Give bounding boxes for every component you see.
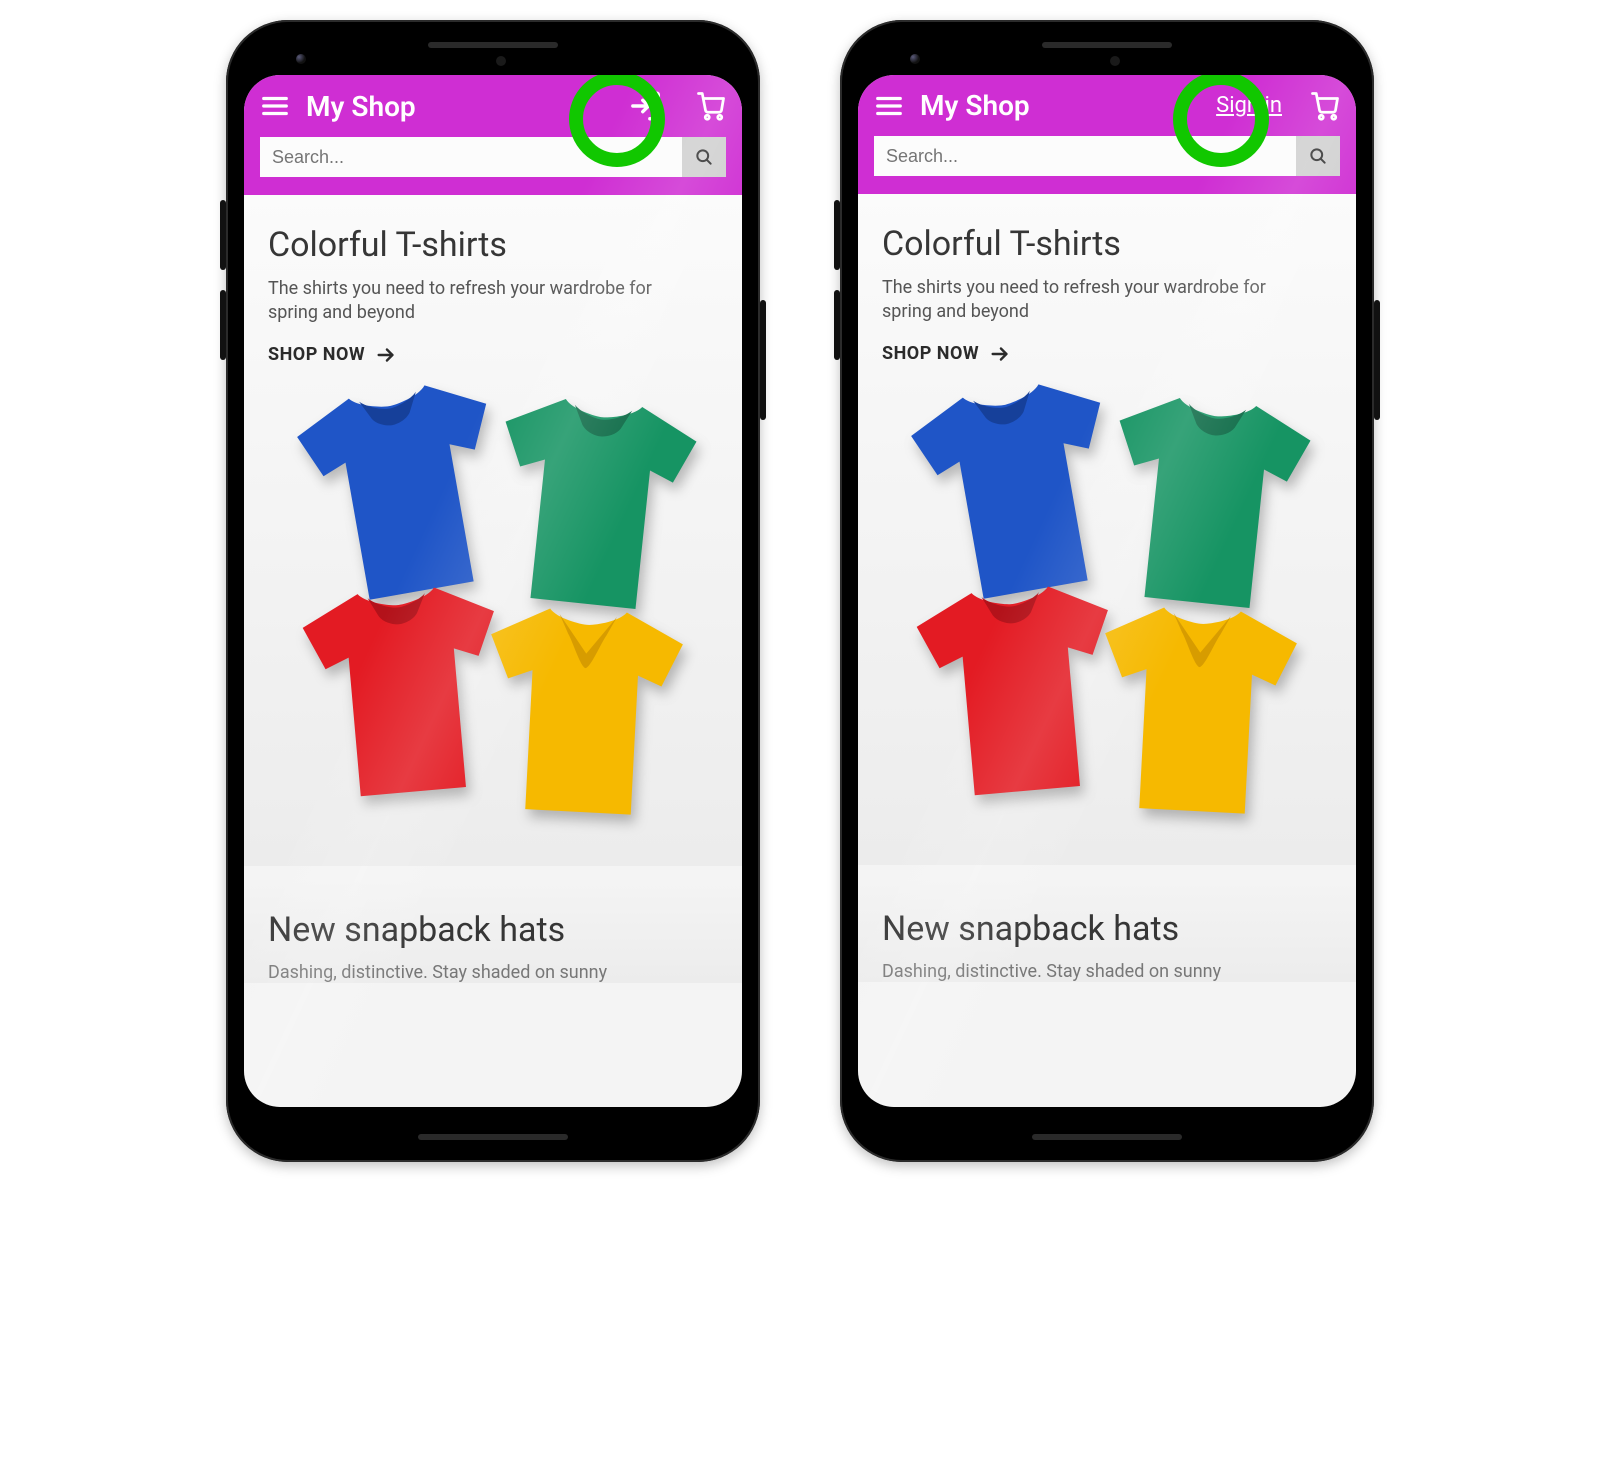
second-heading: New snapback hats xyxy=(882,909,1332,949)
signin-link[interactable]: Sign in xyxy=(1216,93,1282,118)
search-bar xyxy=(260,137,726,177)
phone-screen: My Shop Sign in C xyxy=(858,75,1356,1107)
search-button[interactable] xyxy=(682,137,726,177)
hero-heading: Colorful T-shirts xyxy=(882,224,1332,264)
second-card: New snapback hats Dashing, distinctive. … xyxy=(858,879,1356,982)
phone-frame-left: My Shop xyxy=(226,20,760,1162)
second-sub: Dashing, distinctive. Stay shaded on sun… xyxy=(882,961,1332,982)
tshirt-image xyxy=(268,366,718,846)
hero-sub: The shirts you need to refresh your ward… xyxy=(882,276,1302,325)
shop-now-button[interactable]: SHOP NOW xyxy=(882,343,1011,365)
appbar: My Shop Sign in xyxy=(858,75,1356,194)
second-heading: New snapback hats xyxy=(268,910,718,950)
hero-sub: The shirts you need to refresh your ward… xyxy=(268,277,688,326)
cart-icon[interactable] xyxy=(696,91,726,121)
app-title: My Shop xyxy=(306,90,614,123)
second-card: New snapback hats Dashing, distinctive. … xyxy=(244,880,742,983)
hero-card: Colorful T-shirts The shirts you need to… xyxy=(244,195,742,866)
cart-icon[interactable] xyxy=(1310,91,1340,121)
menu-icon[interactable] xyxy=(874,91,904,121)
tshirt-image xyxy=(882,365,1332,845)
hero-card: Colorful T-shirts The shirts you need to… xyxy=(858,194,1356,865)
app-title: My Shop xyxy=(920,89,1200,122)
search-button[interactable] xyxy=(1296,136,1340,176)
shop-now-label: SHOP NOW xyxy=(268,344,365,365)
appbar: My Shop xyxy=(244,75,742,195)
menu-icon[interactable] xyxy=(260,91,290,121)
search-input[interactable] xyxy=(260,137,682,177)
arrow-right-icon xyxy=(375,344,397,366)
search-bar xyxy=(874,136,1340,176)
phone-screen: My Shop xyxy=(244,75,742,1107)
login-icon[interactable] xyxy=(630,89,664,123)
second-sub: Dashing, distinctive. Stay shaded on sun… xyxy=(268,962,718,983)
shop-now-label: SHOP NOW xyxy=(882,343,979,364)
hero-heading: Colorful T-shirts xyxy=(268,225,718,265)
arrow-right-icon xyxy=(989,343,1011,365)
phone-frame-right: My Shop Sign in C xyxy=(840,20,1374,1162)
shop-now-button[interactable]: SHOP NOW xyxy=(268,344,397,366)
search-input[interactable] xyxy=(874,136,1296,176)
